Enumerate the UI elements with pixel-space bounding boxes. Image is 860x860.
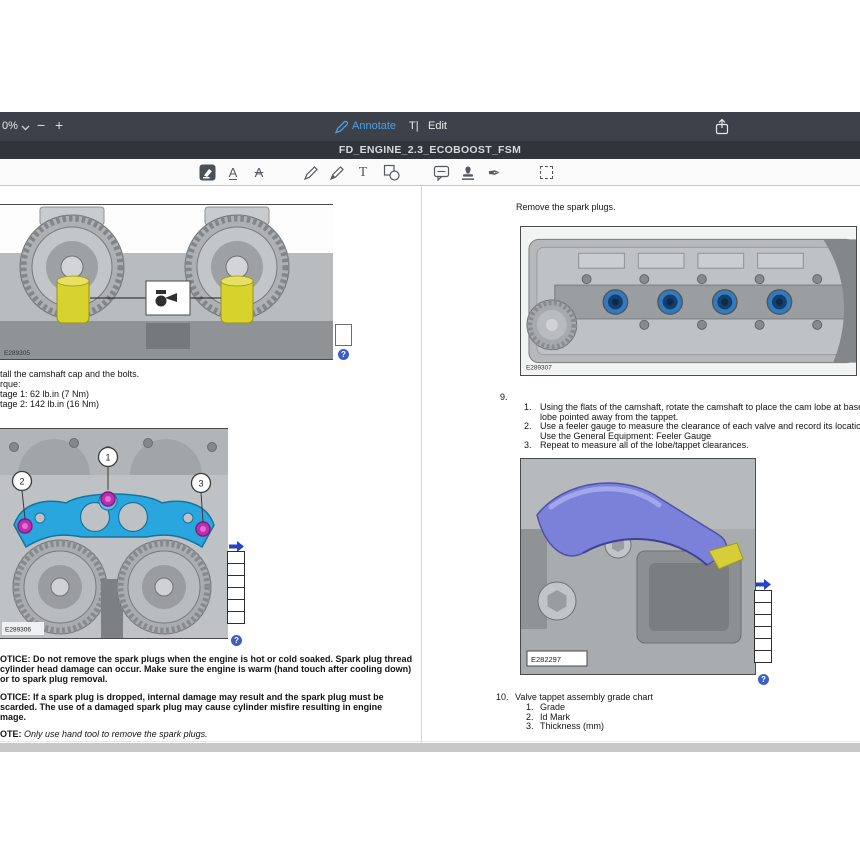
callout-1: 1 — [99, 448, 118, 467]
help-icon[interactable]: ? — [231, 635, 242, 646]
instruction-line: rque: — [0, 379, 21, 389]
svg-text:2: 2 — [19, 477, 24, 487]
page-bottom-edge — [0, 741, 860, 742]
spark-plug-well-1 — [603, 289, 629, 315]
notice-line: mage. — [0, 712, 26, 722]
engine-front-view-image: 1 2 3 E289306 — [0, 429, 228, 638]
select-area-icon[interactable] — [538, 159, 554, 186]
note-icon[interactable] — [431, 159, 451, 186]
note-prefix: OTE: — [0, 729, 22, 739]
substep-number: 1. — [524, 402, 532, 412]
substep-text: Using the flats of the camshaft, rotate … — [540, 402, 860, 412]
remove-spark-plugs-text: Remove the spark plugs. — [516, 202, 616, 212]
step-number: 9. — [500, 392, 508, 402]
svg-text:1: 1 — [105, 453, 110, 463]
tab-edit[interactable]: Edit — [428, 112, 447, 141]
help-icon[interactable]: ? — [338, 349, 349, 360]
feeler-gauge-image: E282297 — [521, 459, 755, 674]
substep-text: Use a feeler gauge to measure the cleara… — [540, 421, 860, 431]
figure-feeler-gauge: E282297 — [520, 458, 756, 675]
callout-2: 2 — [13, 472, 32, 491]
figure-spark-plugs: E289307 — [520, 226, 857, 376]
grade-chart-column — [227, 552, 245, 624]
zoom-level[interactable]: 0% — [2, 112, 18, 141]
chevron-down-icon[interactable] — [21, 125, 30, 131]
highlighted-bolt-2 — [18, 519, 32, 533]
substep-text: Thickness (mm) — [540, 721, 604, 731]
step-number: 10. — [496, 692, 509, 702]
grade-chart-cell — [335, 324, 352, 346]
figure-camshaft-bolts: 1 2 3 E289306 — [0, 428, 228, 639]
spark-plug-well-4 — [767, 289, 793, 315]
tab-annotate[interactable]: Annotate — [352, 112, 396, 141]
pasteboard-gap — [0, 743, 860, 752]
spark-plug-well-2 — [657, 289, 683, 315]
spark-plug-well-3 — [712, 289, 738, 315]
substep-number: 2. — [524, 421, 532, 431]
figure-label: E289305 — [4, 350, 30, 357]
substep-text: Repeat to measure all of the lobe/tappet… — [540, 440, 749, 450]
zoom-in-button[interactable]: + — [55, 112, 63, 141]
highlight-icon[interactable] — [197, 159, 217, 186]
text-icon[interactable]: T — [355, 159, 371, 186]
document-title: FD_ENGINE_2.3_ECOBOOST_FSM — [0, 141, 860, 159]
grade-chart-column — [754, 591, 772, 663]
notice-line: OTICE: Do not remove the spark plugs whe… — [0, 654, 412, 664]
substep-number: 1. — [526, 702, 534, 712]
note-text: Only use hand tool to remove the spark p… — [24, 729, 208, 739]
general-equipment-icon — [756, 579, 771, 590]
lubricate-inset-icon — [146, 281, 190, 315]
help-icon[interactable]: ? — [758, 674, 769, 685]
substep-number: 3. — [526, 721, 534, 731]
zoom-out-button[interactable]: − — [37, 112, 45, 141]
notice-line: cylinder head damage can occur. Make sur… — [0, 664, 411, 674]
cylinder-head-top-image: E289307 — [521, 227, 856, 375]
svg-text:3: 3 — [198, 479, 203, 489]
figure-label: E282297 — [531, 655, 561, 664]
instruction-line: tage 1: 62 lb.in (7 Nm) — [0, 389, 89, 399]
engine-top-view-image: E289305 — [0, 205, 333, 359]
figure-label: E289306 — [5, 627, 31, 634]
share-icon[interactable] — [714, 118, 730, 135]
document-canvas[interactable]: E289305 ? tall the camshaft cap and the … — [0, 186, 860, 860]
highlighted-seal-right — [221, 276, 253, 323]
bolt-boss-left — [538, 582, 576, 620]
document-titlebar: FD_ENGINE_2.3_ECOBOOST_FSM — [0, 141, 860, 159]
figure-label: E289307 — [526, 365, 552, 372]
highlighted-seal-left — [57, 276, 89, 323]
pdf-viewer-window: 0% − + Annotate T| Edit FD_ENGINE_2.3_EC… — [0, 0, 860, 860]
underline-icon[interactable]: A — [225, 159, 241, 186]
highlighted-bolt-1 — [101, 492, 115, 506]
cam-sprocket — [527, 300, 577, 350]
note-hand-tool: OTE: Only use hand tool to remove the sp… — [0, 729, 208, 739]
stamp-icon[interactable] — [459, 159, 477, 186]
annotate-pen-icon — [334, 120, 348, 134]
signature-icon[interactable]: ✒ — [485, 159, 503, 186]
substep-text: Grade — [540, 702, 565, 712]
marker-icon[interactable] — [328, 159, 346, 186]
step-title: Valve tappet assembly grade chart — [515, 692, 653, 702]
instruction-line: tall the camshaft cap and the bolts. — [0, 369, 139, 379]
shapes-icon[interactable] — [381, 159, 401, 186]
substep-number: 3. — [524, 440, 532, 450]
instruction-line: tage 2: 142 lb.in (16 Nm) — [0, 399, 99, 409]
pen-icon[interactable] — [302, 159, 320, 186]
figure-camshaft-cap-install: E289305 — [0, 204, 333, 360]
grade-chart-cell — [754, 650, 772, 663]
annotation-toolbar: A A T ✒ — [0, 159, 860, 186]
notice-line: or to spark plug removal. — [0, 674, 108, 684]
strikethrough-icon[interactable]: A — [251, 159, 267, 186]
grade-chart-cell — [227, 611, 245, 624]
notice-line: OTICE: If a spark plug is dropped, inter… — [0, 692, 384, 702]
highlighted-bolt-3 — [196, 522, 210, 536]
page-divider — [421, 186, 422, 743]
main-toolbar: 0% − + Annotate T| Edit — [0, 112, 860, 141]
cam-sprocket-left — [13, 540, 107, 634]
edit-text-icon: T| — [409, 112, 419, 141]
cam-sprocket-right — [117, 540, 211, 634]
notice-line: scarded. The use of a damaged spark plug… — [0, 702, 382, 712]
callout-3: 3 — [192, 474, 211, 493]
